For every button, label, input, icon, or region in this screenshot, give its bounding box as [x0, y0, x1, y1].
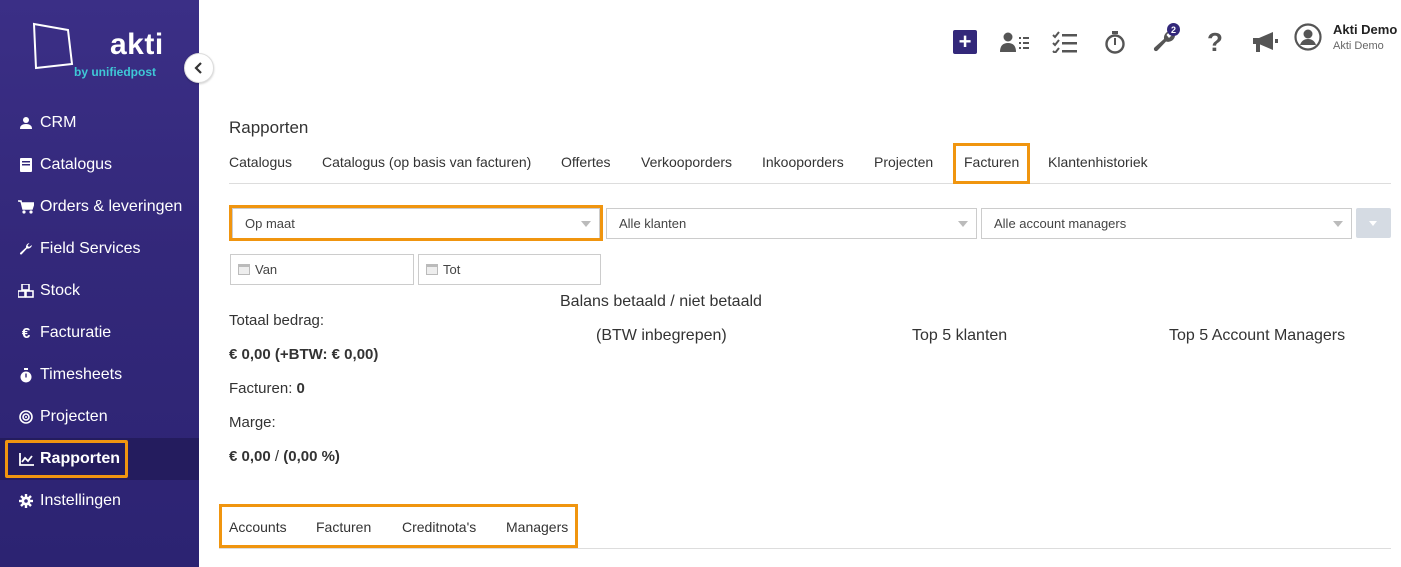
gear-icon [18, 493, 34, 509]
user-icon [18, 115, 34, 131]
collapse-sidebar-button[interactable] [184, 53, 214, 83]
tab-verkooporders[interactable]: Verkooporders [641, 154, 732, 170]
invoice-count-value: 0 [296, 380, 305, 397]
tab-klantenhistoriek[interactable]: Klantenhistoriek [1048, 154, 1148, 170]
chevron-left-icon [194, 62, 202, 74]
announcements-button[interactable] [1240, 23, 1290, 61]
margin-separator: / [270, 448, 284, 465]
sidebar-item-label: Stock [40, 282, 81, 299]
sidebar-item-projecten[interactable]: Projecten [0, 396, 199, 438]
user-name: Akti Demo [1333, 22, 1398, 37]
caret-down-icon [1333, 221, 1343, 227]
balance-chart-title: Balans betaald / niet betaald [560, 293, 762, 310]
sidebar-item-label: Timesheets [40, 366, 123, 383]
wrench-icon [18, 241, 34, 257]
tab-projecten[interactable]: Projecten [874, 154, 933, 170]
date-to-input[interactable]: Tot [418, 254, 601, 285]
highlight-box [229, 205, 603, 241]
highlight-box [953, 143, 1030, 184]
total-amount-value: € 0,00 (+BTW: € 0,00) [229, 346, 379, 363]
margin-value: € 0,00 / (0,00 %) [229, 448, 340, 465]
sidebar-nav: CRM Catalogus Orders & leveringen Field … [0, 102, 199, 522]
logo-tagline: by unifiedpost [74, 65, 156, 79]
user-menu[interactable]: Akti Demo Akti Demo [1294, 22, 1397, 52]
highlight-box [219, 504, 578, 548]
stopwatch-icon [18, 367, 34, 383]
customers-select-value: Alle klanten [619, 216, 687, 231]
checklist-icon [1052, 31, 1077, 53]
sidebar-item-crm[interactable]: CRM [0, 102, 199, 144]
date-to-placeholder: Tot [443, 262, 461, 277]
date-from-placeholder: Van [255, 262, 278, 277]
balance-chart-subtitle: (BTW inbegrepen) [596, 327, 727, 344]
question-icon: ? [1207, 26, 1223, 57]
plus-icon: + [953, 30, 977, 54]
megaphone-icon [1253, 32, 1278, 52]
sidebar-item-label: Projecten [40, 408, 108, 425]
tab-catalogus-facturen[interactable]: Catalogus (op basis van facturen) [322, 154, 531, 170]
top-managers-title: Top 5 Account Managers [1169, 327, 1346, 344]
account-managers-select-value: Alle account managers [994, 216, 1127, 231]
tab-catalogus[interactable]: Catalogus [229, 154, 292, 170]
caret-down-icon [958, 221, 968, 227]
topbar: + 2 ? [940, 22, 1290, 62]
sidebar-item-label: CRM [40, 114, 77, 131]
sidebar-item-label: Catalogus [40, 156, 113, 173]
sidebar: akti by unifiedpost CRM Catalogus Orders… [0, 0, 199, 567]
user-list-icon [1000, 32, 1029, 52]
stopwatch-icon [1105, 31, 1125, 54]
top-customers-title: Top 5 klanten [912, 327, 1008, 344]
invoice-count-label: Facturen: [229, 380, 293, 397]
user-avatar-icon [1294, 23, 1322, 51]
invoice-count: Facturen: 0 [229, 380, 305, 397]
margin-label: Marge: [229, 414, 276, 431]
target-icon [18, 409, 34, 425]
book-icon [18, 157, 34, 173]
caret-down-icon [1369, 221, 1377, 226]
tasks-button[interactable] [1040, 23, 1090, 61]
add-button[interactable]: + [940, 23, 990, 61]
tab-inkooporders[interactable]: Inkooporders [762, 154, 844, 170]
calendar-icon [426, 264, 438, 275]
tab-offertes[interactable]: Offertes [561, 154, 611, 170]
notification-badge: 2 [1167, 23, 1180, 36]
timer-button[interactable] [1090, 23, 1140, 61]
cart-icon [18, 199, 34, 215]
date-from-input[interactable]: Van [230, 254, 414, 285]
calendar-icon [238, 264, 250, 275]
customers-select[interactable]: Alle klanten [606, 208, 977, 239]
account-managers-select[interactable]: Alle account managers [981, 208, 1352, 239]
tools-button[interactable]: 2 [1140, 23, 1190, 61]
sidebar-item-label: Instellingen [40, 492, 121, 509]
sidebar-item-facturatie[interactable]: € Facturatie [0, 312, 199, 354]
sidebar-item-timesheets[interactable]: Timesheets [0, 354, 199, 396]
sidebar-item-instellingen[interactable]: Instellingen [0, 480, 199, 522]
sidebar-item-orders[interactable]: Orders & leveringen [0, 186, 199, 228]
contacts-button[interactable] [990, 23, 1040, 61]
sidebar-item-rapporten[interactable]: Rapporten [0, 438, 199, 480]
total-amount-label: Totaal bedrag: [229, 312, 325, 329]
sidebar-item-field-services[interactable]: Field Services [0, 228, 199, 270]
logo[interactable]: akti by unifiedpost [0, 0, 199, 100]
sidebar-item-catalogus[interactable]: Catalogus [0, 144, 199, 186]
euro-icon: € [21, 324, 31, 342]
margin-amount: € 0,00 [229, 448, 271, 465]
user-company: Akti Demo [1333, 40, 1384, 52]
margin-percentage: (0,00 %) [283, 448, 340, 465]
sidebar-item-label: Orders & leveringen [40, 198, 183, 215]
logo-mark-icon [32, 22, 74, 70]
more-filters-button[interactable] [1356, 208, 1391, 238]
report-tabs: Catalogus Catalogus (op basis van factur… [229, 150, 1391, 184]
help-button[interactable]: ? [1190, 23, 1240, 61]
highlight-box [5, 440, 128, 478]
logo-wordmark: akti [110, 28, 164, 61]
sidebar-item-stock[interactable]: Stock [0, 270, 199, 312]
boxes-icon [18, 283, 34, 299]
sidebar-item-label: Field Services [40, 240, 141, 257]
page-title: Rapporten [229, 118, 309, 137]
sidebar-item-label: Facturatie [40, 324, 112, 341]
